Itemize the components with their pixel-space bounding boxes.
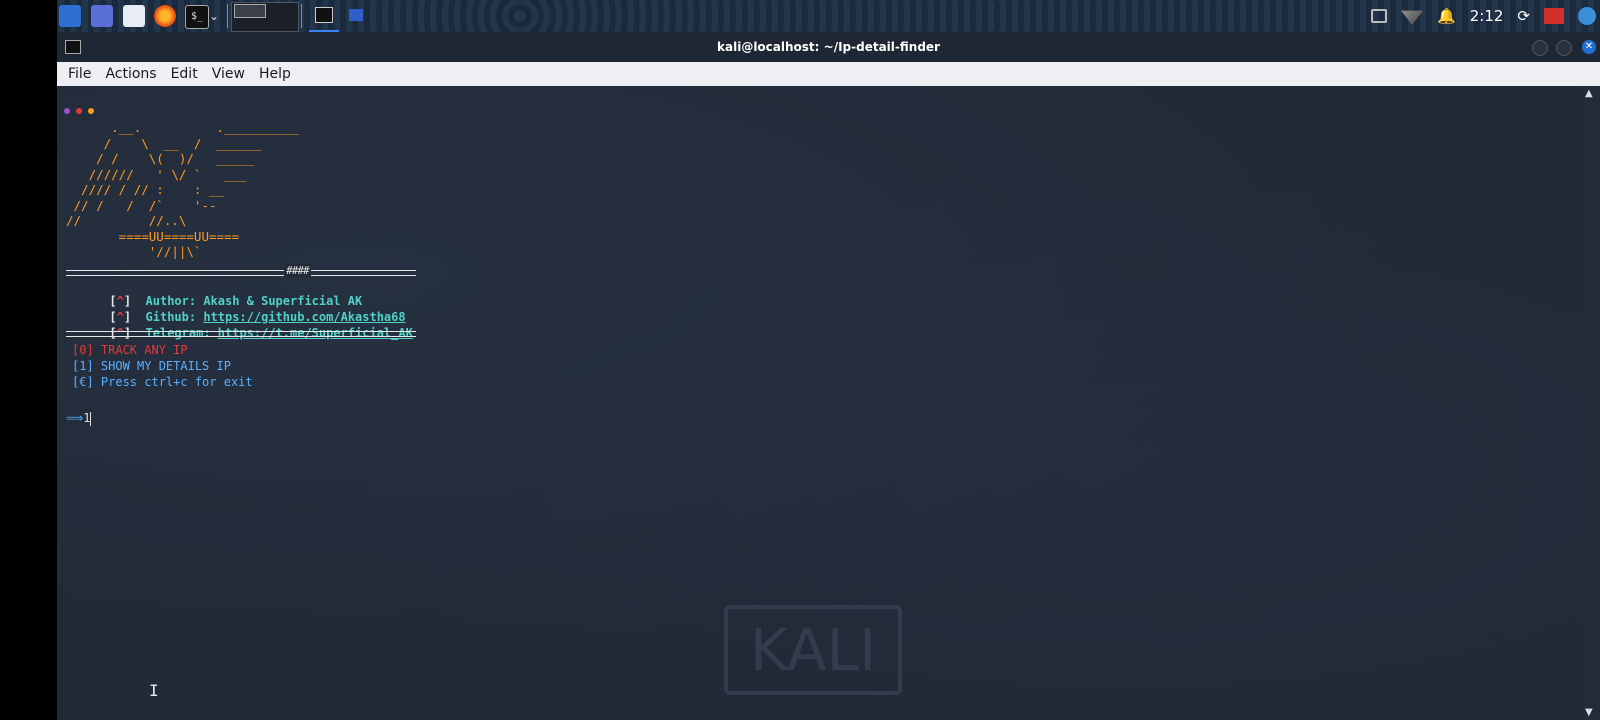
taskbar: $_ ⌄ 🔔 2:12 ⟳ [57, 0, 1600, 32]
divider-top: #### [66, 264, 416, 277]
color-dots [64, 108, 94, 114]
option-my-details: [1] SHOW MY DETAILS IP [72, 359, 231, 373]
left-edge [0, 0, 57, 720]
terminal-launcher-icon[interactable]: $_ [185, 5, 209, 29]
workspace-pager[interactable] [231, 2, 299, 32]
window-title: kali@localhost: ~/Ip-detail-finder [717, 40, 940, 54]
terminal-window: kali@localhost: ~/Ip-detail-finder ✕ Fil… [57, 32, 1600, 720]
display-icon[interactable] [1371, 9, 1388, 23]
task-window-icon[interactable] [349, 9, 363, 21]
menu-help[interactable]: Help [252, 66, 298, 82]
network-icon[interactable] [1401, 10, 1424, 25]
taskbar-separator [301, 4, 302, 28]
scrollbar[interactable]: ▲ ▼ [1582, 86, 1600, 720]
orange-dot [88, 108, 94, 114]
keyboard-layout-icon[interactable] [1544, 8, 1564, 24]
divider-bottom [66, 331, 416, 337]
scroll-down-icon[interactable]: ▼ [1585, 707, 1593, 718]
mouse-ibeam-cursor-icon: I [149, 681, 159, 700]
kali-menu-icon[interactable] [59, 5, 81, 27]
globe-icon[interactable] [1578, 7, 1596, 25]
menubar: File Actions Edit View Help [57, 62, 1600, 86]
close-button[interactable]: ✕ [1582, 40, 1596, 54]
minimize-button[interactable] [1532, 40, 1548, 56]
clock[interactable]: 2:12 [1470, 7, 1504, 25]
scroll-up-icon[interactable]: ▲ [1585, 88, 1593, 99]
bell-icon[interactable]: 🔔 [1437, 7, 1456, 25]
maximize-button[interactable] [1556, 40, 1572, 56]
text-cursor [90, 411, 92, 426]
red-dot [76, 108, 82, 114]
prompt-arrow: ⟹ [66, 411, 84, 425]
workspace-icon[interactable] [91, 5, 113, 27]
terminal-output[interactable]: .__. .__________ / \ __ / ______ / / \( … [57, 86, 1582, 720]
option-exit: [€] Press ctrl+c for exit [72, 375, 253, 389]
file-manager-icon[interactable] [123, 5, 145, 27]
system-tray: 🔔 2:12 ⟳ [1371, 0, 1600, 32]
option-track-ip: [0] TRACK ANY IP [72, 343, 188, 357]
firefox-icon[interactable] [154, 5, 176, 27]
divider-mark: #### [284, 264, 311, 277]
ascii-banner: .__. .__________ / \ __ / ______ / / \( … [66, 120, 300, 259]
task-terminal[interactable] [309, 2, 339, 32]
prompt-input[interactable]: 1 [83, 411, 90, 425]
kali-watermark-logo: KALI [724, 605, 902, 695]
taskbar-separator [227, 4, 228, 28]
purple-dot [64, 108, 70, 114]
menu-edit[interactable]: Edit [164, 66, 205, 82]
menu-view[interactable]: View [205, 66, 252, 82]
menu-file[interactable]: File [61, 66, 98, 82]
chevron-down-icon[interactable]: ⌄ [209, 5, 221, 27]
terminal-icon [65, 40, 81, 54]
terminal-icon [315, 7, 333, 23]
refresh-icon[interactable]: ⟳ [1517, 7, 1530, 25]
menu-actions[interactable]: Actions [98, 66, 163, 82]
workspace-1[interactable] [234, 4, 266, 18]
input-prompt[interactable]: ⟹1 [66, 411, 92, 426]
window-titlebar[interactable]: kali@localhost: ~/Ip-detail-finder ✕ [57, 32, 1600, 62]
